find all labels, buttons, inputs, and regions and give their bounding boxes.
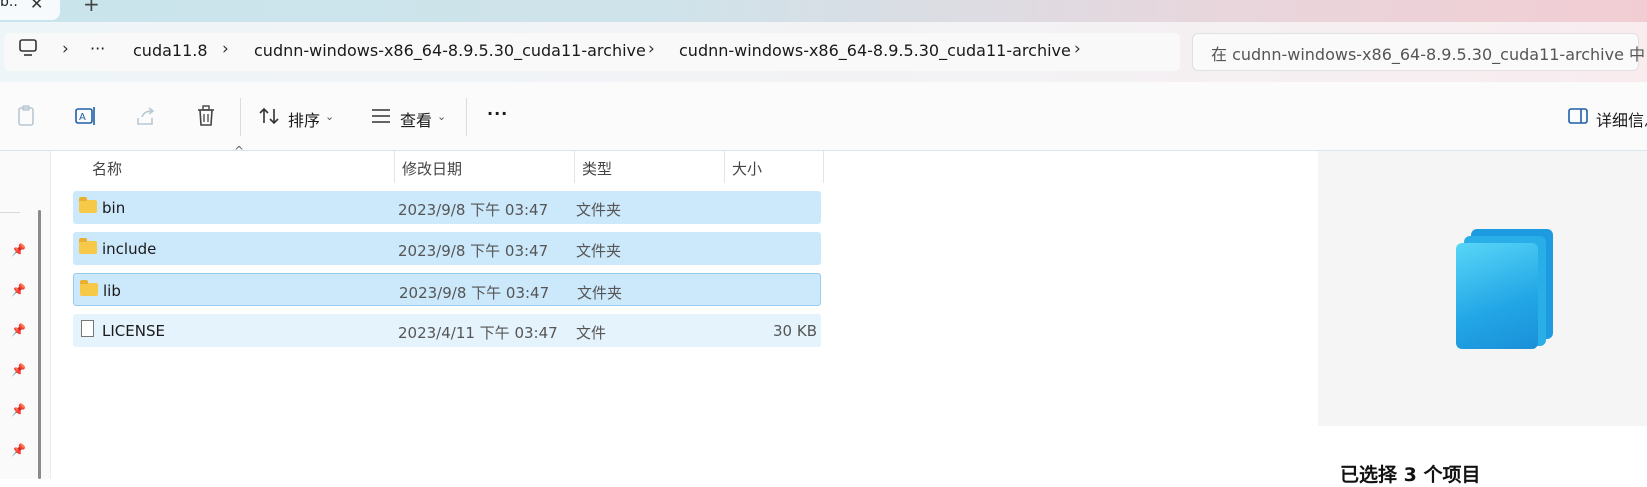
column-divider[interactable] xyxy=(574,151,575,183)
tab-strip xyxy=(0,0,1647,22)
file-type: 文件夹 xyxy=(577,284,623,302)
sort-icon[interactable] xyxy=(256,103,282,129)
column-divider[interactable] xyxy=(394,151,395,183)
column-header-date[interactable]: 修改日期 xyxy=(402,158,462,179)
navigation-pane xyxy=(0,151,51,479)
toolbar-divider xyxy=(466,98,467,136)
delete-icon[interactable] xyxy=(193,103,219,129)
pin-icon[interactable]: 📌 xyxy=(11,403,26,417)
pin-icon[interactable]: 📌 xyxy=(11,363,26,377)
file-date: 2023/9/8 下午 03:47 xyxy=(399,284,550,302)
pin-icon[interactable]: 📌 xyxy=(11,323,26,337)
file-row[interactable]: LICENSE 2023/4/11 下午 03:47 文件 30 KB xyxy=(73,314,821,347)
chevron-right-icon[interactable]: › xyxy=(62,39,69,59)
sort-button[interactable]: 排序 xyxy=(288,107,320,131)
file-type: 文件夹 xyxy=(576,201,622,219)
chevron-down-icon[interactable]: ⌄ xyxy=(437,110,446,123)
search-placeholder: 在 cudnn-windows-x86_64-8.9.5.30_cuda11-a… xyxy=(1211,45,1646,64)
file-size: 30 KB xyxy=(773,322,817,340)
rename-icon[interactable]: A xyxy=(73,103,99,129)
file-row[interactable]: include 2023/9/8 下午 03:47 文件夹 xyxy=(73,232,821,265)
chevron-right-icon[interactable]: › xyxy=(1074,39,1081,59)
folder-icon xyxy=(80,280,98,296)
chevron-right-icon[interactable]: › xyxy=(648,39,655,59)
breadcrumb-item[interactable]: cudnn-windows-x86_64-8.9.5.30_cuda11-arc… xyxy=(679,41,1071,60)
pin-icon[interactable]: 📌 xyxy=(11,283,26,297)
computer-icon[interactable] xyxy=(18,38,40,62)
column-header-name[interactable]: 名称 xyxy=(92,158,122,179)
paste-icon[interactable] xyxy=(13,103,39,129)
view-icon[interactable] xyxy=(368,103,394,129)
sort-ascending-icon: ^ xyxy=(234,144,245,158)
nav-scrollbar[interactable] xyxy=(38,210,41,479)
file-row[interactable]: bin 2023/9/8 下午 03:47 文件夹 xyxy=(73,191,821,224)
file-row[interactable]: lib 2023/9/8 下午 03:47 文件夹 xyxy=(73,273,821,306)
file-date: 2023/9/8 下午 03:47 xyxy=(398,242,549,260)
share-icon[interactable] xyxy=(133,103,159,129)
nav-divider xyxy=(0,212,20,213)
breadcrumb-item[interactable]: cuda11.8 xyxy=(133,41,208,60)
file-date: 2023/4/11 下午 03:47 xyxy=(398,324,558,342)
pin-icon[interactable]: 📌 xyxy=(11,243,26,257)
tab-title: b.. xyxy=(0,0,18,10)
details-button[interactable]: 详细信息 xyxy=(1596,107,1647,131)
file-name: bin xyxy=(102,199,126,217)
svg-text:A: A xyxy=(79,112,86,123)
folder-icon xyxy=(79,238,97,254)
column-divider[interactable] xyxy=(823,151,824,183)
file-date: 2023/9/8 下午 03:47 xyxy=(398,201,549,219)
breadcrumb-item[interactable]: cudnn-windows-x86_64-8.9.5.30_cuda11-arc… xyxy=(254,41,646,60)
close-icon[interactable]: ✕ xyxy=(30,0,43,13)
selection-summary: 已选择 3 个项目 xyxy=(1340,464,1481,486)
breadcrumb-overflow[interactable]: ··· xyxy=(90,39,105,58)
file-type: 文件夹 xyxy=(576,242,622,260)
pin-icon[interactable]: 📌 xyxy=(11,443,26,457)
details-pane-icon[interactable] xyxy=(1565,103,1591,129)
column-header-size[interactable]: 大小 xyxy=(732,158,762,179)
column-divider[interactable] xyxy=(724,151,725,183)
file-icon xyxy=(81,320,94,337)
toolbar-divider xyxy=(240,98,241,136)
file-type: 文件 xyxy=(576,324,607,342)
folder-icon xyxy=(79,197,97,213)
chevron-right-icon[interactable]: › xyxy=(222,39,229,59)
more-options-button[interactable]: ··· xyxy=(487,104,508,123)
view-button[interactable]: 查看 xyxy=(400,107,432,131)
new-tab-icon[interactable]: + xyxy=(83,0,100,16)
file-name: include xyxy=(102,240,157,258)
file-name: LICENSE xyxy=(102,322,165,340)
command-bar xyxy=(0,82,1647,151)
column-header-type[interactable]: 类型 xyxy=(582,158,612,179)
file-name: lib xyxy=(103,282,121,300)
chevron-down-icon[interactable]: ⌄ xyxy=(325,110,334,123)
